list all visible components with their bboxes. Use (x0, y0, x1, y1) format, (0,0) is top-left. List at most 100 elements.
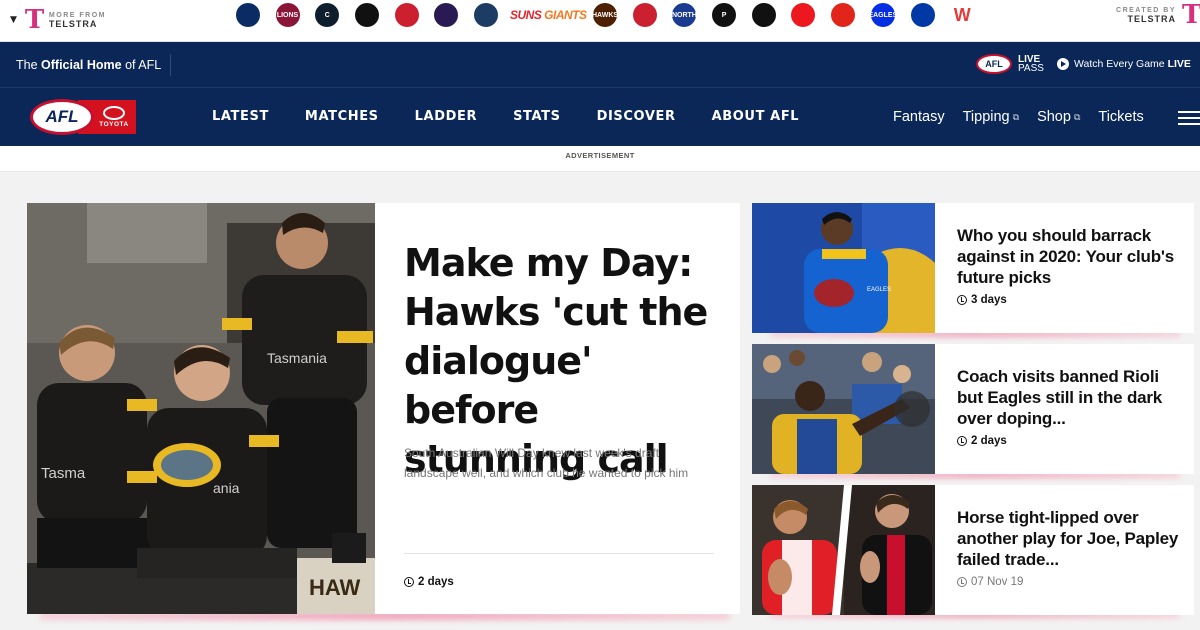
hamburger-menu-icon[interactable] (1178, 111, 1200, 125)
club-adelaide-crows-icon[interactable] (228, 0, 268, 30)
nav-about-afl[interactable]: ABOUT AFL (712, 109, 800, 124)
side-article-1-title[interactable]: Who you should barrack against in 2020: … (957, 225, 1182, 288)
side-article-2-time: 2 days (971, 435, 1007, 447)
club-sydney-swans-icon[interactable] (823, 0, 863, 30)
feature-time: 2 days (418, 576, 454, 588)
more-from-brand: TELSTRA (48, 18, 98, 29)
club-crest (791, 3, 816, 27)
club-crest (910, 3, 935, 27)
divider (170, 54, 171, 76)
feature-body: Make my Day: Hawks 'cut the dialogue' be… (404, 203, 714, 614)
club-fremantle-icon[interactable] (426, 0, 466, 30)
club-gold-coast-suns-icon[interactable]: SUNS (506, 0, 546, 30)
club-brisbane-lions-icon[interactable]: LIONS (268, 0, 308, 30)
clock-icon (957, 577, 967, 587)
watch-live-link[interactable]: Watch Every Game LIVE (1057, 58, 1191, 70)
subnav-fantasy[interactable]: Fantasy (893, 109, 945, 125)
side-article-2-image[interactable] (752, 344, 935, 474)
nav-ladder[interactable]: LADDER (415, 109, 477, 124)
afl-mini-logo-icon: AFL (976, 54, 1012, 74)
official-suffix: of AFL (121, 58, 162, 72)
caret-down-icon[interactable]: ▼ (10, 15, 17, 25)
side-article-2[interactable]: Coach visits banned Rioli but Eagles sti… (752, 344, 1194, 474)
feature-timestamp: 2 days (404, 576, 454, 588)
club-crest (394, 3, 419, 27)
side-article-3-timestamp: 07 Nov 19 (957, 576, 1023, 588)
nav-matches[interactable]: MATCHES (305, 109, 379, 124)
nav-row: AFL TOYOTA LATEST MATCHES LADDER STATS DISCO… (0, 89, 1200, 146)
club-west-coast-eagles-icon[interactable]: EAGLES (863, 0, 903, 30)
side-article-2-timestamp: 2 days (957, 435, 1007, 447)
external-link-icon: ⧉ (1012, 111, 1020, 122)
side-article-2-title[interactable]: Coach visits banned Rioli but Eagles sti… (957, 366, 1182, 429)
side-article-1-image[interactable]: EAGLES (752, 203, 935, 333)
side-article-3[interactable]: Horse tight-lipped over another play for… (752, 485, 1194, 615)
afl-toyota-logo[interactable]: AFL TOYOTA (30, 99, 136, 135)
feature-image[interactable]: HAW Tasmania Tasma ania (27, 203, 375, 614)
subnav-shop[interactable]: Shop ⧉ (1037, 109, 1080, 125)
club-logo-text: GIANTS (544, 8, 587, 22)
subnav-label: Shop (1037, 109, 1071, 125)
nav-discover[interactable]: DISCOVER (597, 109, 676, 124)
nav-stats[interactable]: STATS (513, 109, 561, 124)
external-link-icon: ⧉ (1073, 111, 1081, 122)
club-melbourne-icon[interactable] (625, 0, 665, 30)
svg-text:Tasmania: Tasmania (267, 350, 327, 366)
svg-text:Tasma: Tasma (41, 465, 86, 482)
club-port-adelaide-icon[interactable]: P (704, 0, 744, 30)
club-western-bulldogs-icon[interactable] (903, 0, 943, 30)
club-crest: P (712, 3, 737, 27)
telstra-logo-icon: T (24, 5, 45, 35)
play-icon (1057, 58, 1069, 70)
club-gws-giants-icon[interactable]: GIANTS (544, 0, 587, 30)
official-bold: Official Home (41, 58, 122, 72)
feature-summary: South Australian Will Day knew last week… (404, 446, 689, 480)
feature-divider (404, 553, 714, 554)
main-nav: LATEST MATCHES LADDER STATS DISCOVER ABOUT AF… (212, 109, 835, 124)
club-bar: ▼ T MORE FROM TELSTRA LIONS C SUNS GIANTS HA… (0, 0, 1200, 42)
club-essendon-icon[interactable] (387, 0, 427, 30)
nav-latest[interactable]: LATEST (212, 109, 269, 124)
more-from-telstra[interactable]: ▼ T MORE FROM TELSTRA (0, 0, 145, 40)
created-by-label: CREATED BY TELSTRA (1116, 7, 1176, 24)
created-by-brand: TELSTRA (1127, 13, 1176, 24)
live-pass-logo[interactable]: AFL LIVE PASS (976, 54, 1044, 74)
subnav-label: Fantasy (893, 109, 945, 125)
club-north-melbourne-icon[interactable]: NORTH (665, 0, 705, 30)
toyota-word: TOYOTA (99, 121, 129, 128)
created-by-telstra[interactable]: CREATED BY TELSTRA T (1100, 0, 1200, 30)
club-crest: HAWKS (592, 3, 618, 27)
side-article-1-timestamp: 3 days (957, 294, 1007, 306)
afl-logo-icon: AFL (30, 99, 94, 135)
subnav-tipping[interactable]: Tipping ⧉ (963, 109, 1019, 125)
subnav-label: Tipping (962, 109, 1010, 125)
club-st-kilda-icon[interactable] (784, 0, 824, 30)
header-topline: The Official Home of AFL AFL LIVE PASS W… (0, 42, 1200, 88)
feature-article[interactable]: HAW Tasmania Tasma ania Make my Day: Haw… (27, 203, 740, 614)
advertisement-label: ADVERTISEMENT (565, 151, 635, 160)
live-pass-text: LIVE PASS (1018, 55, 1044, 74)
club-collingwood-icon[interactable] (347, 0, 387, 30)
clock-icon (957, 436, 967, 446)
club-crest (751, 3, 776, 27)
side-article-3-time: 07 Nov 19 (971, 576, 1024, 588)
subnav-tickets[interactable]: Tickets (1098, 109, 1143, 125)
telstra-logo-icon: T (1182, 0, 1200, 30)
club-geelong-icon[interactable] (466, 0, 506, 30)
side-article-1[interactable]: EAGLES Who you should barrack against in… (752, 203, 1194, 333)
club-richmond-icon[interactable] (744, 0, 784, 30)
watch-bold: LIVE (1167, 58, 1191, 70)
club-crest (434, 3, 459, 27)
svg-text:ania: ania (213, 480, 240, 496)
club-logo-text: SUNS (509, 8, 542, 22)
side-article-3-image[interactable] (752, 485, 935, 615)
club-crest (354, 3, 379, 27)
club-carlton-icon[interactable]: C (307, 0, 347, 30)
club-hawthorn-icon[interactable]: HAWKS (585, 0, 625, 30)
toyota-ring-icon (103, 106, 125, 120)
club-aflw-icon[interactable]: W (942, 0, 982, 30)
club-logos: LIONS C SUNS GIANTS HAWKS NORTH P EAGLES W (228, 0, 982, 30)
club-crest (473, 3, 498, 27)
side-article-3-title[interactable]: Horse tight-lipped over another play for… (957, 507, 1182, 570)
svg-text:HAW: HAW (309, 575, 361, 600)
